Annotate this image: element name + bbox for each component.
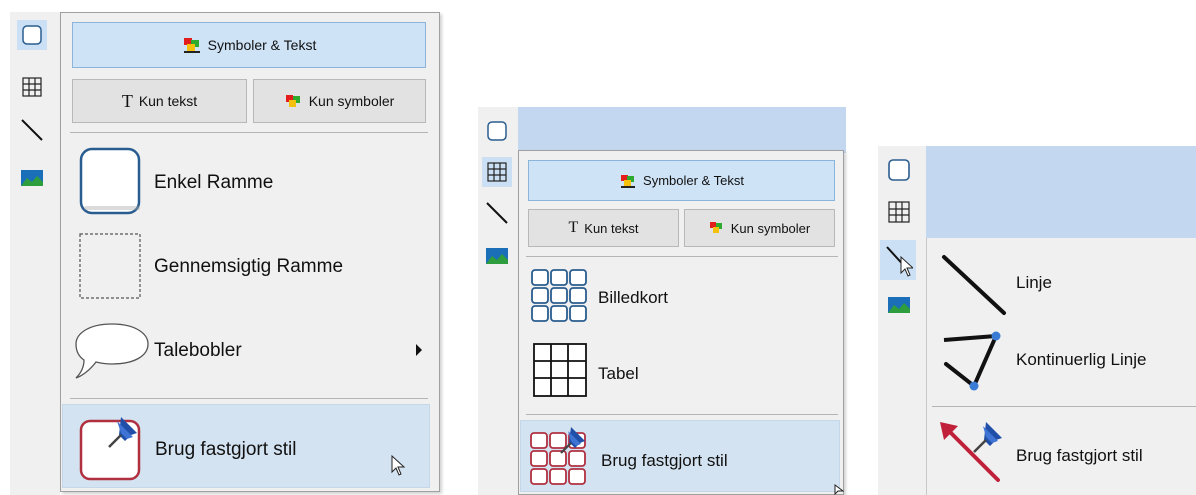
use-pinned-style-label: Brug fastgjort stil	[155, 439, 297, 460]
symbols-and-text-button-2[interactable]: Symboler & Tekst	[528, 160, 835, 201]
frame-icon	[888, 159, 910, 181]
symbols-only-label-2: Kun symboler	[730, 220, 811, 236]
sidebar-line-button-2[interactable]	[482, 198, 512, 228]
sidebar-table-button[interactable]	[17, 72, 47, 102]
menu-item-speech-bubbles[interactable]: Talebobler	[70, 312, 428, 388]
menu-item-continuous-line[interactable]: Kontinuerlig Linje	[932, 324, 1196, 396]
simple-frame-icon	[79, 147, 141, 215]
table-label: Tabel	[598, 364, 639, 383]
pinned-frame-icon	[79, 417, 141, 481]
mouse-cursor-icon	[391, 455, 406, 476]
table-icon	[888, 201, 910, 223]
panel-line-styles: Linje Kontinuerlig Linje Brug fastgjort …	[870, 0, 1196, 495]
selected-header-bar	[518, 107, 846, 153]
menu-item-table[interactable]: Tabel	[526, 336, 838, 406]
symbols-and-text-label: Symboler & Tekst	[207, 37, 317, 53]
menu-separator-2	[70, 398, 428, 399]
sidebar-line-button-3[interactable]	[880, 240, 916, 280]
straight-line-icon	[942, 255, 1006, 315]
polyline-icon	[943, 331, 1001, 391]
line-icon	[886, 246, 913, 277]
submenu-arrow-icon	[416, 344, 422, 356]
mouse-cursor-icon	[834, 484, 844, 495]
table-icon	[22, 77, 42, 97]
symbols-icon	[621, 174, 636, 188]
use-pinned-style-label-2: Brug fastgjort stil	[601, 451, 728, 470]
line-icon	[486, 202, 508, 224]
menu-item-transparent-frame[interactable]: Gennemsigtig Ramme	[70, 228, 428, 304]
sidebar-picture-button[interactable]	[17, 163, 47, 193]
continuous-line-label: Kontinuerlig Linje	[1016, 350, 1147, 369]
symbols-and-text-button[interactable]: Symboler & Tekst	[72, 22, 426, 68]
text-only-button-2[interactable]: T Kun tekst	[528, 209, 679, 247]
menu-separator-4	[526, 414, 838, 415]
sidebar-frame-button-3[interactable]	[884, 155, 914, 185]
simple-frame-label: Enkel Ramme	[154, 172, 274, 193]
menu-item-use-pinned-style[interactable]: Brug fastgjort stil	[62, 404, 430, 488]
text-icon: T	[568, 219, 579, 236]
text-only-label: Kun tekst	[138, 93, 198, 109]
symbols-only-icon	[709, 222, 722, 233]
transparent-frame-icon	[79, 233, 141, 299]
symbols-only-icon	[285, 95, 300, 107]
menu-separator-5	[932, 406, 1196, 407]
symbols-and-text-label-2: Symboler & Tekst	[643, 173, 744, 188]
picture-icon	[888, 297, 910, 313]
sidebar-table-button-3[interactable]	[884, 197, 914, 227]
symbols-only-label: Kun symboler	[308, 93, 395, 109]
frame-icon	[487, 121, 507, 141]
picture-cards-label: Billedkort	[598, 288, 668, 307]
text-icon: T	[121, 90, 133, 111]
frame-icon	[22, 25, 42, 45]
menu-item-line[interactable]: Linje	[932, 245, 1196, 321]
text-only-label-2: Kun tekst	[584, 220, 639, 236]
speech-bubbles-label: Talebobler	[154, 340, 242, 361]
table-icon	[487, 162, 507, 182]
table-grid-icon	[533, 343, 587, 397]
use-pinned-style-label-3: Brug fastgjort stil	[1016, 446, 1143, 465]
sidebar-picture-button-3[interactable]	[884, 290, 914, 320]
menu-item-picture-cards[interactable]: Billedkort	[526, 262, 838, 328]
symbols-only-button-2[interactable]: Kun symboler	[684, 209, 835, 247]
menu-separator-3	[526, 256, 838, 257]
pinned-cards-icon	[530, 427, 586, 485]
selected-header-bar-2	[926, 146, 1196, 238]
panel-frame-styles: Symboler & Tekst T Kun tekst Kun symbole…	[0, 0, 445, 495]
panel-grid-styles: Symboler & Tekst T Kun tekst Kun symbole…	[470, 0, 850, 495]
text-only-button[interactable]: T Kun tekst	[72, 79, 247, 123]
picture-icon	[486, 248, 508, 264]
symbols-only-button[interactable]: Kun symboler	[253, 79, 426, 123]
sidebar-frame-button[interactable]	[17, 20, 47, 50]
menu-item-use-pinned-style-2[interactable]: Brug fastgjort stil	[520, 420, 840, 492]
speech-bubble-icon	[75, 323, 149, 379]
line-label: Linje	[1016, 273, 1052, 292]
pinned-arrow-icon	[940, 422, 1002, 482]
sidebar-line-button[interactable]	[17, 115, 47, 145]
sidebar-picture-button-2[interactable]	[482, 241, 512, 271]
transparent-frame-label: Gennemsigtig Ramme	[154, 256, 344, 277]
picture-cards-icon	[531, 269, 587, 322]
menu-item-simple-frame[interactable]: Enkel Ramme	[70, 140, 428, 224]
sidebar-table-button-2[interactable]	[482, 157, 512, 187]
picture-icon	[21, 170, 43, 186]
symbols-icon	[183, 38, 200, 53]
menu-separator	[70, 132, 428, 133]
sidebar-frame-button-2[interactable]	[482, 116, 512, 146]
line-icon	[21, 119, 43, 141]
menu-item-use-pinned-style-3[interactable]: Brug fastgjort stil	[932, 412, 1196, 492]
